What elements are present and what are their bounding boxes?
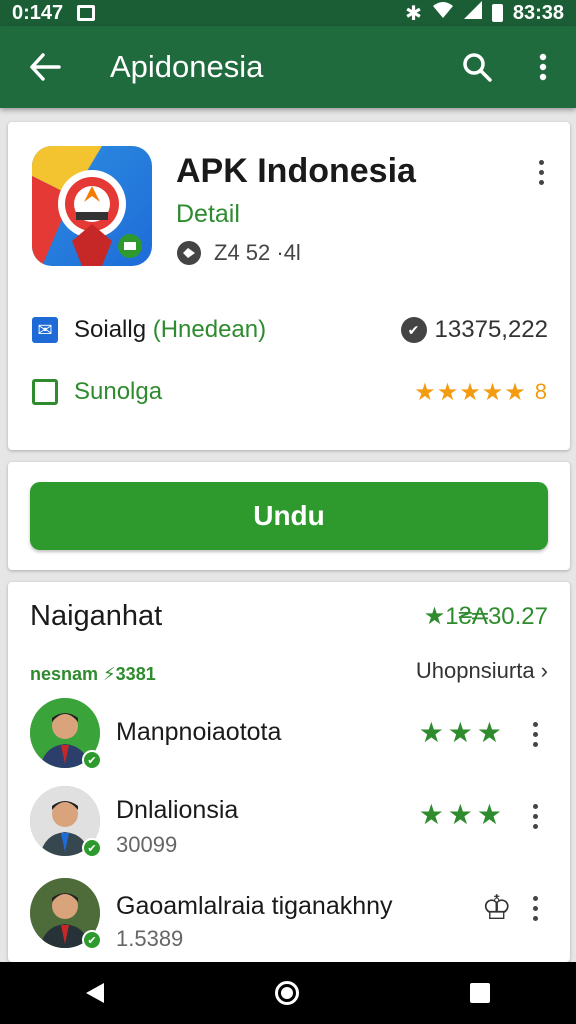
download-card: Undu: [8, 462, 570, 570]
list-top-stat: ★1₴₳30.27: [423, 603, 548, 630]
bluetooth-icon: ✱: [405, 2, 422, 25]
download-button[interactable]: Undu: [30, 482, 548, 550]
download-count: 13375,222: [434, 316, 548, 343]
info-row-rating[interactable]: Sunolga ★★★★★ 8: [32, 372, 548, 412]
list-item-menu-button[interactable]: [520, 714, 550, 754]
nav-recents-icon[interactable]: [470, 983, 491, 1003]
app-card-menu-button[interactable]: [526, 152, 556, 192]
search-icon: [463, 53, 492, 82]
app-title: APK Indonesia: [176, 152, 416, 190]
rating-badge-icon: [177, 241, 201, 265]
list-title: Naiganhat: [30, 600, 163, 632]
app-detail-card: APK Indonesia Detail Z4 52 ·4l ✉ Soiallg…: [8, 122, 570, 450]
nav-back-icon[interactable]: [85, 983, 104, 1003]
signal-icon: [463, 1, 482, 25]
list-item-menu-button[interactable]: [520, 888, 550, 928]
overflow-menu-button[interactable]: [510, 26, 576, 108]
category-highlight: (Hnedean): [152, 316, 267, 343]
app-icon[interactable]: [32, 146, 152, 266]
list-item-sub: 30099: [116, 832, 178, 857]
checkbox[interactable]: [32, 379, 58, 405]
list-item[interactable]: ✔ Manpnoiaotota ★★★: [30, 698, 550, 776]
mail-icon: ✉: [32, 317, 58, 343]
search-button[interactable]: [444, 26, 510, 108]
battery-icon: [491, 4, 503, 22]
wifi-icon: [432, 1, 454, 25]
back-arrow-icon: [30, 53, 61, 81]
status-time-left: 0:147: [12, 1, 64, 24]
list-item-stars: ★★★: [418, 717, 506, 748]
status-time-right: 83:38: [512, 1, 564, 24]
verified-icon: ✔: [82, 838, 102, 858]
app-bar: Apidonesia: [0, 26, 576, 108]
download-count-icon: ✔: [400, 317, 427, 343]
notification-icon: [77, 5, 96, 21]
chess-piece-icon[interactable]: ♔: [482, 888, 512, 928]
see-more-link[interactable]: Uhopnsiurta ›: [416, 658, 548, 684]
related-list-card: Naiganhat ★1₴₳30.27 nesnam ⚡3381 Uhopnsi…: [8, 582, 570, 962]
list-item-name: Dnlalionsia: [116, 796, 239, 824]
list-item-menu-button[interactable]: [520, 796, 550, 836]
list-item-sub: 1.5389: [116, 926, 184, 951]
system-nav-bar: [0, 962, 576, 1024]
verified-icon: ✔: [82, 930, 102, 950]
list-item-stars: ★★★: [418, 799, 506, 830]
list-item-name: Manpnoiaotota: [116, 718, 282, 746]
status-bar: 0:147 ✱ 83:38: [0, 0, 576, 26]
category-label: Soiallg: [74, 316, 147, 343]
list-item[interactable]: ✔ Dnlalionsia 30099 ★★★: [30, 786, 550, 864]
more-vert-icon: [539, 53, 547, 81]
list-item[interactable]: ✔ Gaoamlalraia tiganakhny 1.5389 ♔: [30, 878, 550, 956]
rating-label: Sunolga: [74, 378, 163, 405]
verified-icon: ✔: [82, 750, 102, 770]
nav-home-icon[interactable]: [274, 981, 299, 1005]
back-button[interactable]: [0, 26, 90, 108]
list-sub-stat: nesnam ⚡3381: [30, 664, 156, 684]
app-meta-value: Z4 52 ·4l: [214, 240, 301, 265]
rating-value: 8: [534, 379, 548, 404]
rating-stars: ★★★★★: [414, 378, 527, 406]
list-item-name: Gaoamlalraia tiganakhny: [116, 892, 393, 920]
app-meta: Z4 52 ·4l: [176, 240, 301, 266]
info-row-category[interactable]: ✉ Soiallg (Hnedean) ✔ 13375,222: [32, 310, 548, 350]
app-subtitle[interactable]: Detail: [176, 200, 240, 229]
app-bar-title: Apidonesia: [110, 49, 264, 84]
